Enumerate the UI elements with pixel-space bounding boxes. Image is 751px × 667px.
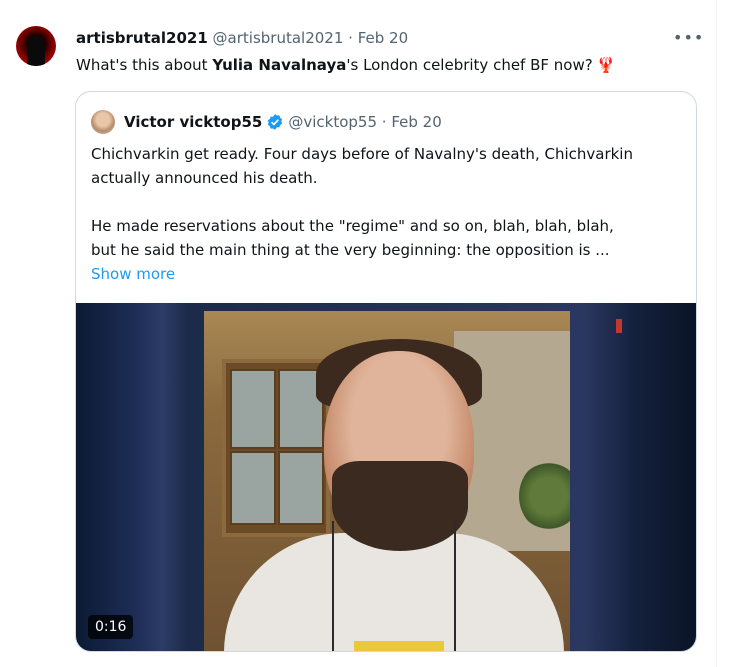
quoted-text-line: Chichvarkin get ready. Four days before … (91, 145, 633, 163)
show-more-link[interactable]: Show more (91, 262, 681, 286)
author-display-name[interactable]: artisbrutal2021 (76, 29, 208, 47)
quoted-display-name: Victor vicktop55 (124, 113, 263, 131)
tweet-text-after: 's London celebrity chef BF now? (346, 56, 593, 74)
avatar[interactable] (16, 26, 56, 66)
quoted-text-line: actually announced his death. (91, 169, 318, 187)
mention-name: Yulia Navalnaya (212, 56, 347, 74)
video-player[interactable]: 0:16 (76, 303, 696, 651)
quoted-header: Victor vicktop55 @vicktop55 · Feb 20 (124, 112, 442, 132)
video-duration-badge: 0:16 (88, 615, 134, 639)
quoted-dot-separator: · (381, 113, 387, 131)
quoted-text-line: He made reservations about the "regime" … (91, 217, 614, 235)
quoted-text-line (91, 190, 681, 214)
tweet-text: What's this about Yulia Navalnaya's Lond… (76, 55, 615, 75)
author-handle[interactable]: @artisbrutal2021 (213, 29, 344, 47)
quoted-tweet[interactable]: Victor vicktop55 @vicktop55 · Feb 20 Chi… (75, 91, 697, 652)
quoted-handle: @vicktop55 (288, 113, 378, 131)
tweet[interactable]: artisbrutal2021 @artisbrutal2021 · Feb 2… (0, 0, 716, 667)
verified-badge-icon (268, 114, 283, 130)
tweet-text-before: What's this about (76, 56, 213, 74)
tweet-date[interactable]: Feb 20 (358, 29, 408, 47)
quoted-text: Chichvarkin get ready. Four days before … (91, 142, 681, 286)
lobster-emoji-icon: 🦞 (596, 56, 616, 74)
column-divider (716, 0, 717, 667)
dot-separator: · (348, 29, 353, 47)
video-overlay-mark (616, 319, 622, 333)
quoted-text-line: but he said the main thing at the very b… (91, 241, 610, 259)
quoted-avatar (91, 110, 115, 134)
quoted-date: Feb 20 (391, 113, 442, 131)
video-frame (204, 311, 570, 651)
more-horizontal-icon[interactable]: ••• (673, 28, 704, 47)
tweet-header: artisbrutal2021 @artisbrutal2021 · Feb 2… (76, 28, 408, 48)
